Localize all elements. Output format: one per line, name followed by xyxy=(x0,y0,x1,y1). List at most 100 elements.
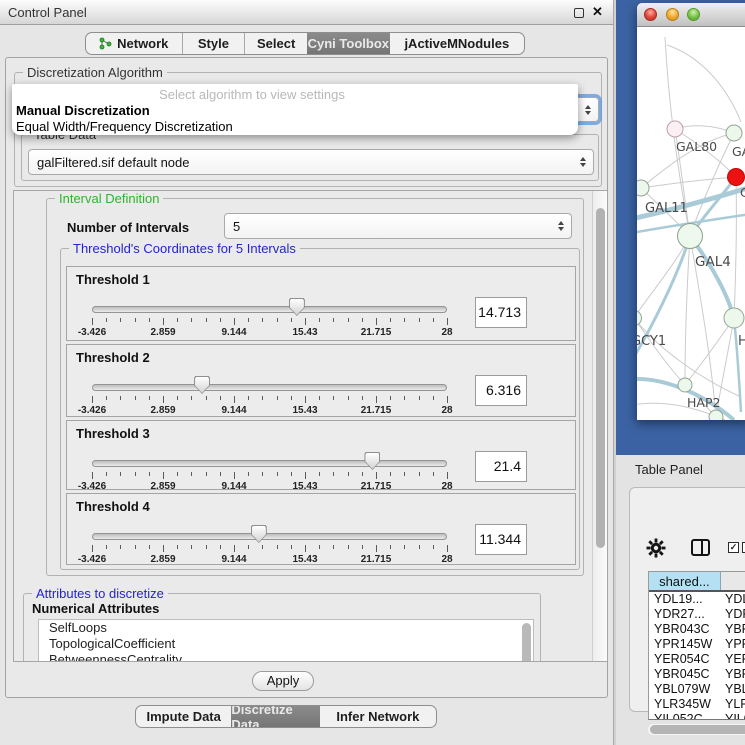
threshold-value-field[interactable]: 14.713 xyxy=(475,297,527,328)
slider-track[interactable] xyxy=(92,533,447,540)
tab-cyni-toolbox[interactable]: Cyni Toolbox xyxy=(307,33,390,54)
network-node[interactable] xyxy=(709,410,723,420)
tick-mark xyxy=(163,396,164,403)
algorithm-option-equal-width[interactable]: Equal Width/Frequency Discretization xyxy=(16,119,233,134)
minimize-traffic-light[interactable] xyxy=(666,8,679,21)
tab-select[interactable]: Select xyxy=(244,33,307,54)
checkbox-icon[interactable]: ✓ xyxy=(728,542,739,553)
node-label: H xyxy=(738,334,745,349)
table-data-combobox[interactable]: galFiltered.sif default node xyxy=(28,149,594,175)
cell-name[interactable]: YPR1 xyxy=(721,637,745,652)
column-header-shared-name[interactable]: shared... xyxy=(649,572,721,590)
tick-mark xyxy=(333,396,334,400)
tick-label: 15.43 xyxy=(292,481,317,492)
cell-shared-name[interactable]: YBR043C xyxy=(649,622,721,637)
tab-infer-network[interactable]: Infer Network xyxy=(320,706,436,727)
apply-button[interactable]: Apply xyxy=(252,671,314,691)
tab-impute-data[interactable]: Impute Data xyxy=(136,706,231,727)
list-scrollbar-thumb[interactable] xyxy=(522,623,531,662)
network-node-hap2[interactable] xyxy=(678,378,692,392)
cell-name[interactable]: YLR3 xyxy=(721,697,745,712)
vertical-scrollbar[interactable] xyxy=(592,191,607,661)
close-icon[interactable]: ✕ xyxy=(592,4,603,20)
slider-track[interactable] xyxy=(92,460,447,467)
gear-icon[interactable] xyxy=(646,538,666,558)
cell-shared-name[interactable]: YDL19... xyxy=(649,592,721,607)
close-traffic-light[interactable] xyxy=(644,8,657,21)
threshold-slider[interactable]: -3.4262.8599.14415.4321.71528 xyxy=(92,524,447,566)
attribute-item[interactable]: BetweennessCentrality xyxy=(39,652,533,662)
table-row[interactable]: YBR043CYBR0 xyxy=(649,622,745,637)
table-row[interactable]: YPR145WYPR1 xyxy=(649,637,745,652)
cell-shared-name[interactable]: YDR27... xyxy=(649,607,721,622)
tick-mark xyxy=(248,472,249,476)
table-row[interactable]: YBR045CYBR0 xyxy=(649,667,745,682)
threshold-value-field[interactable]: 11.344 xyxy=(475,524,527,555)
cell-shared-name[interactable]: YBL079W xyxy=(649,682,721,697)
horizontal-scrollbar-thumb[interactable] xyxy=(650,725,745,734)
network-node-c[interactable] xyxy=(728,169,745,186)
table-row[interactable]: YDR27...YDR2 xyxy=(649,607,745,622)
tab-discretize-data[interactable]: Discretize Data xyxy=(231,706,319,727)
tick-mark xyxy=(404,545,405,549)
tick-mark xyxy=(376,396,377,403)
tick-mark xyxy=(149,396,150,400)
network-node-ga[interactable] xyxy=(726,125,742,141)
number-of-intervals-label: Number of Intervals xyxy=(67,220,189,235)
tick-mark xyxy=(362,545,363,549)
network-node-h[interactable] xyxy=(724,308,744,328)
cell-shared-name[interactable]: YPR145W xyxy=(649,637,721,652)
cell-shared-name[interactable]: YBR045C xyxy=(649,667,721,682)
algorithm-option-manual[interactable]: Manual Discretization xyxy=(16,103,150,118)
cell-name[interactable]: YER0 xyxy=(721,652,745,667)
cell-shared-name[interactable]: YER054C xyxy=(649,652,721,667)
tab-network[interactable]: Network xyxy=(86,33,182,54)
slider-thumb[interactable] xyxy=(251,525,267,543)
slider-thumb[interactable] xyxy=(364,452,380,470)
table-row[interactable]: YIL052CYIL0 xyxy=(649,712,745,720)
cell-shared-name[interactable]: YIL052C xyxy=(649,712,721,720)
network-node-gal11[interactable] xyxy=(637,180,649,196)
split-columns-icon[interactable] xyxy=(691,539,710,556)
tick-mark xyxy=(362,318,363,322)
table-row[interactable]: YLR345WYLR3 xyxy=(649,697,745,712)
number-of-intervals-combobox[interactable]: 5 xyxy=(224,213,572,239)
zoom-traffic-light[interactable] xyxy=(687,8,700,21)
network-node-gal80[interactable] xyxy=(667,121,683,137)
network-canvas[interactable]: GAL80GACGAL11GAL4GCY1HHAP2 xyxy=(637,27,745,420)
cell-name[interactable]: YDR2 xyxy=(721,607,745,622)
tab-jactivemnodules[interactable]: jActiveMNodules xyxy=(390,33,524,54)
float-window-icon[interactable] xyxy=(574,8,584,18)
table-row[interactable]: YDL19...YDL1 xyxy=(649,592,745,607)
cell-shared-name[interactable]: YLR345W xyxy=(649,697,721,712)
threshold-slider[interactable]: -3.4262.8599.14415.4321.71528 xyxy=(92,451,447,493)
attribute-item[interactable]: TopologicalCoefficient xyxy=(39,636,533,652)
slider-track[interactable] xyxy=(92,306,447,313)
cell-name[interactable]: YBR0 xyxy=(721,622,745,637)
control-panel-window: Control Panel ✕ NetworkStyleSelectCyni T… xyxy=(0,0,614,745)
threshold-value-field[interactable]: 21.4 xyxy=(475,451,527,482)
threshold-panel-4: Threshold 4-3.4262.8599.14415.4321.71528… xyxy=(66,493,576,565)
threshold-value-field[interactable]: 6.316 xyxy=(475,375,527,406)
network-node-gal4[interactable] xyxy=(678,224,703,249)
table-row[interactable]: YER054CYER0 xyxy=(649,652,745,667)
slider-thumb[interactable] xyxy=(194,376,210,394)
tick-mark xyxy=(376,472,377,479)
threshold-slider[interactable]: -3.4262.8599.14415.4321.71528 xyxy=(92,297,447,339)
column-header-name[interactable]: n xyxy=(721,572,745,590)
tick-label: 9.144 xyxy=(221,327,246,338)
cell-name[interactable]: YBL0 xyxy=(721,682,745,697)
table-row[interactable]: YBL079WYBL0 xyxy=(649,682,745,697)
horizontal-scrollbar[interactable] xyxy=(648,724,745,735)
cell-name[interactable]: YDL1 xyxy=(721,592,745,607)
tab-style[interactable]: Style xyxy=(182,33,245,54)
slider-thumb[interactable] xyxy=(289,298,305,316)
vertical-scrollbar-thumb[interactable] xyxy=(596,208,605,548)
network-node-gcy1[interactable] xyxy=(637,311,642,326)
tick-label: 9.144 xyxy=(221,554,246,565)
cell-name[interactable]: YBR0 xyxy=(721,667,745,682)
cell-name[interactable]: YIL0 xyxy=(721,712,745,720)
threshold-slider[interactable]: -3.4262.8599.14415.4321.71528 xyxy=(92,375,447,417)
slider-track[interactable] xyxy=(92,384,447,391)
attribute-item[interactable]: SelfLoops xyxy=(39,620,533,636)
